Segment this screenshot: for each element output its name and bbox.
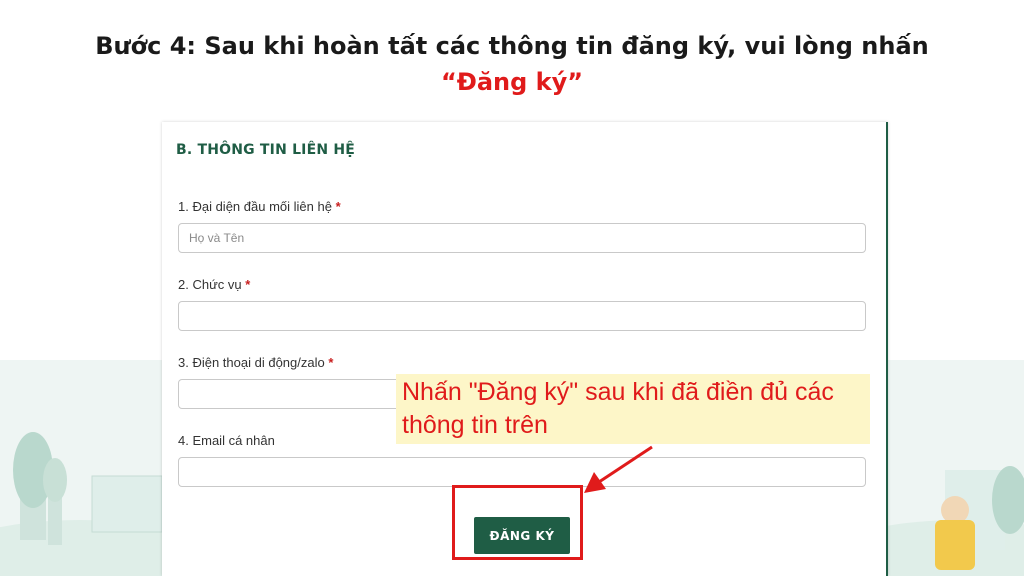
field-label-contact-person: 1. Đại diện đầu mối liên hệ * <box>178 199 341 214</box>
field-label-text: 2. Chức vụ <box>178 277 242 292</box>
register-button[interactable]: ĐĂNG KÝ <box>474 517 570 554</box>
field-label-text: 4. Email cá nhân <box>178 433 275 448</box>
slide-title: Bước 4: Sau khi hoàn tất các thông tin đ… <box>0 28 1024 100</box>
field-label-position: 2. Chức vụ * <box>178 277 250 292</box>
contact-person-placeholder: Họ và Tên <box>189 231 245 245</box>
slide-title-highlight: “Đăng ký” <box>440 68 584 96</box>
field-label-text: 3. Điện thoại di động/zalo <box>178 355 325 370</box>
position-input[interactable] <box>178 301 866 331</box>
email-input[interactable] <box>178 457 866 487</box>
required-marker: * <box>245 277 251 292</box>
section-heading: B. THÔNG TIN LIÊN HỆ <box>176 142 356 158</box>
contact-person-input[interactable]: Họ và Tên <box>178 223 866 253</box>
slide-title-text: Bước 4: Sau khi hoàn tất các thông tin đ… <box>95 32 929 60</box>
field-label-text: 1. Đại diện đầu mối liên hệ <box>178 199 332 214</box>
field-label-phone: 3. Điện thoại di động/zalo * <box>178 355 333 370</box>
annotation-callout-text: Nhấn "Đăng ký" sau khi đã điền đủ các th… <box>402 378 834 439</box>
required-marker: * <box>328 355 334 370</box>
field-label-email: 4. Email cá nhân <box>178 433 275 448</box>
annotation-callout: Nhấn "Đăng ký" sau khi đã điền đủ các th… <box>396 374 870 444</box>
required-marker: * <box>335 199 341 214</box>
